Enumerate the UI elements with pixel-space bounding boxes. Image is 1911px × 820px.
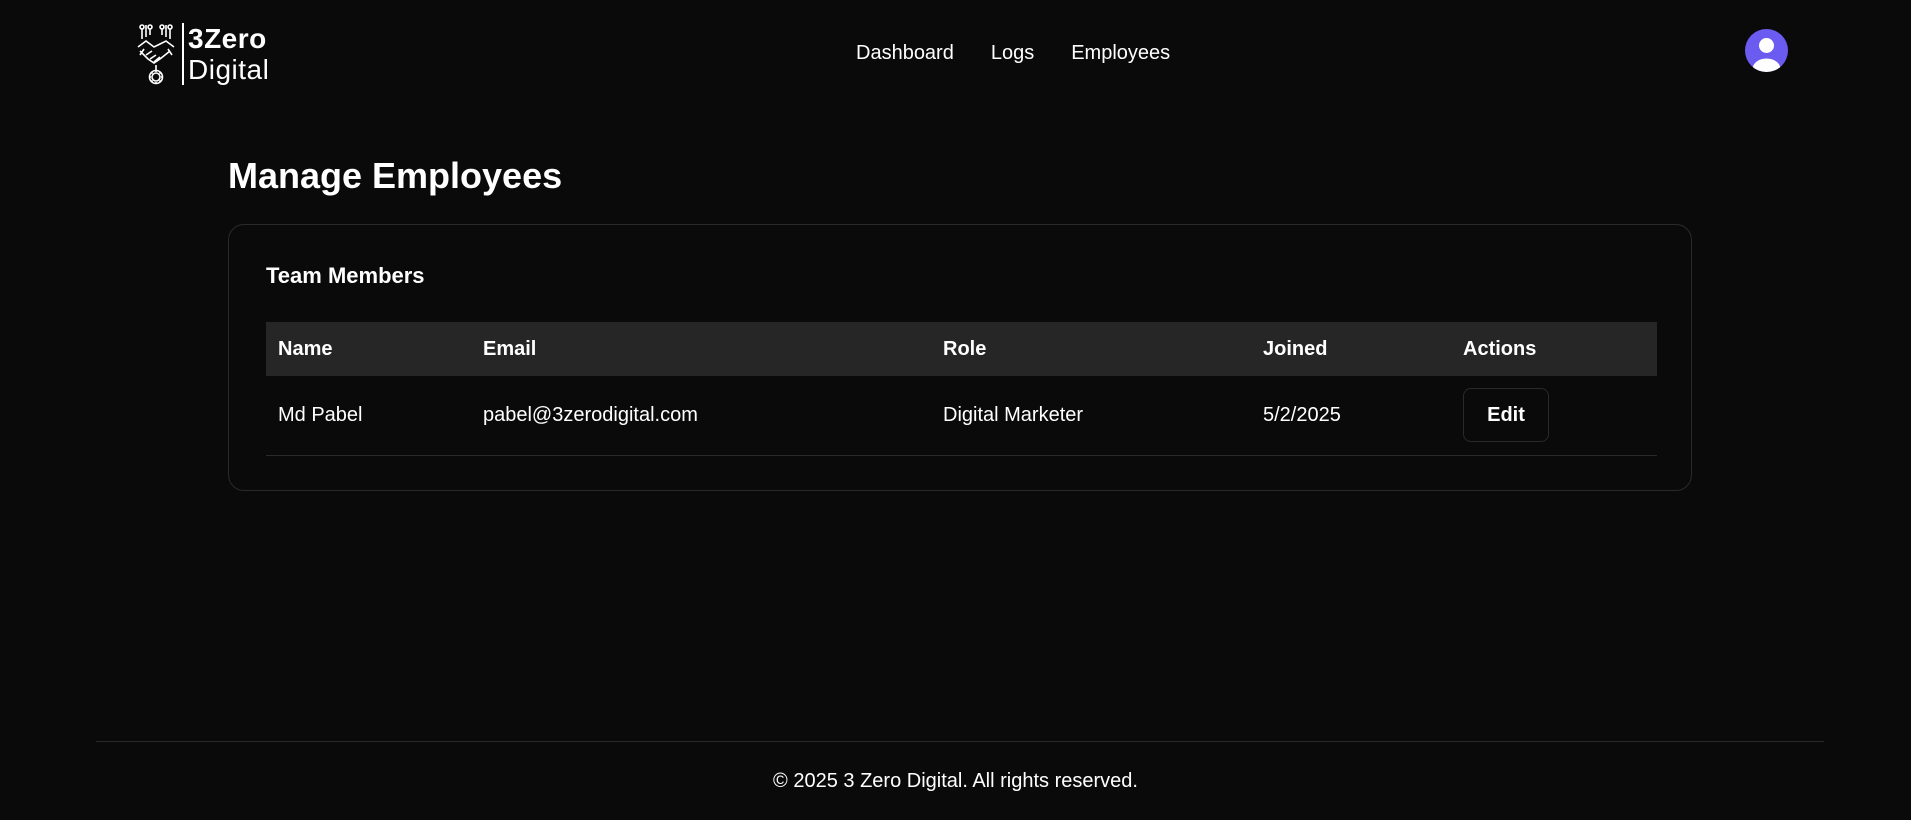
main-nav: Dashboard Logs Employees (856, 42, 1170, 65)
column-header-name: Name (278, 337, 333, 360)
page: 3Zero Digital Dashboard Logs Employees M… (0, 0, 1911, 820)
cell-role: Digital Marketer (931, 376, 1251, 456)
employees-table: Name Email Role Joined Actions Md Pabel … (266, 322, 1657, 456)
table-header: Name Email Role Joined Actions (266, 322, 1657, 376)
brand-wordmark: 3Zero Digital (188, 22, 270, 85)
brand-line2: Digital (188, 53, 270, 85)
user-avatar-icon (1752, 38, 1781, 72)
footer-copyright: © 2025 3 Zero Digital. All rights reserv… (773, 770, 1138, 792)
cell-actions: Edit (1451, 376, 1657, 456)
top-header: 3Zero Digital Dashboard Logs Employees (0, 0, 1911, 115)
column-header-role: Role (943, 337, 987, 360)
user-avatar[interactable] (1745, 29, 1788, 72)
cell-name: Md Pabel (266, 376, 471, 456)
table-row: Md Pabel pabel@3zerodigital.com Digital … (266, 376, 1657, 456)
column-header-actions: Actions (1463, 337, 1537, 360)
nav-item-dashboard[interactable]: Dashboard (856, 42, 954, 65)
cell-email: pabel@3zerodigital.com (471, 376, 931, 456)
table-body: Md Pabel pabel@3zerodigital.com Digital … (266, 376, 1657, 456)
nav-item-logs[interactable]: Logs (991, 42, 1034, 65)
page-title: Manage Employees (228, 155, 563, 196)
table-header-row: Name Email Role Joined Actions (266, 322, 1657, 376)
edit-button[interactable]: Edit (1463, 388, 1549, 443)
column-header-joined: Joined (1263, 337, 1328, 360)
nav-item-employees[interactable]: Employees (1071, 42, 1170, 65)
footer-divider (96, 741, 1824, 742)
team-members-card: Team Members Name Email Role Joined Acti… (228, 224, 1692, 491)
card-title: Team Members (266, 263, 425, 288)
logo-divider (182, 23, 184, 85)
brand-logo[interactable]: 3Zero Digital (136, 20, 269, 88)
handshake-gear-logo-icon (137, 24, 175, 85)
brand-line1: 3Zero (188, 22, 267, 54)
column-header-email: Email (483, 337, 537, 360)
cell-joined: 5/2/2025 (1251, 376, 1451, 456)
